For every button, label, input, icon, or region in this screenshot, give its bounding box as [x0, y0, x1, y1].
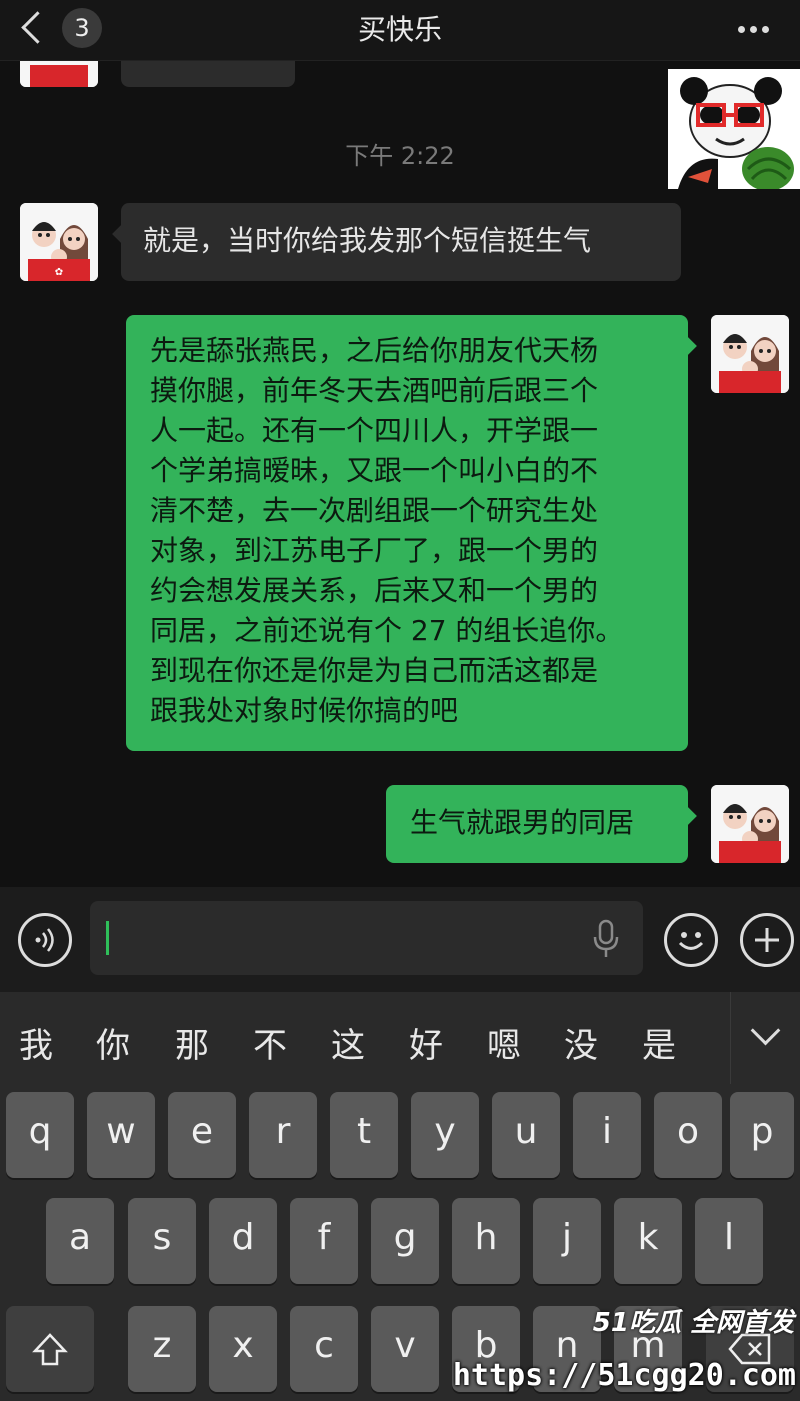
candidate-word[interactable]: 那 [162, 1018, 222, 1067]
plus-icon [755, 928, 779, 952]
message-bubble-outgoing[interactable]: 先是舔张燕民，之后给你朋友代天杨 摸你腿，前年冬天去酒吧前后跟三个 人一起。还有… [126, 315, 697, 751]
panda-meme-icon [668, 69, 800, 191]
avatar[interactable] [711, 315, 789, 393]
chat-title: 买快乐 [357, 13, 442, 46]
shift-arrow-icon [32, 1333, 68, 1366]
shift-key[interactable] [6, 1306, 94, 1392]
watermark: 51吃瓜 全网首发 https://51cgg20.com [453, 1300, 800, 1401]
nav-bar: 3 买快乐 [0, 0, 800, 61]
watermark-logo: 51吃瓜 全网首发 [592, 1308, 794, 1338]
input-bar [0, 887, 800, 992]
key-l[interactable]: l [695, 1198, 763, 1284]
key-s[interactable]: s [128, 1198, 196, 1284]
dot-icon [750, 26, 757, 33]
key-q[interactable]: q [6, 1092, 74, 1178]
voice-icon [35, 928, 54, 952]
message-bubble-partial[interactable] [112, 61, 295, 87]
text-caret [106, 921, 109, 955]
key-f[interactable]: f [290, 1198, 358, 1284]
key-c[interactable]: c [290, 1306, 358, 1392]
svg-text:✿: ✿ [55, 267, 63, 278]
candidate-word[interactable]: 我 [6, 1018, 66, 1067]
dot-icon [762, 26, 769, 33]
key-v[interactable]: v [371, 1306, 439, 1392]
chevron-down-icon [750, 1015, 781, 1046]
key-u[interactable]: u [492, 1092, 560, 1178]
candidate-word[interactable]: 嗯 [474, 1018, 534, 1067]
key-y[interactable]: y [411, 1092, 479, 1178]
voice-button[interactable] [18, 913, 72, 967]
avatar[interactable] [20, 61, 98, 87]
key-h[interactable]: h [452, 1198, 520, 1284]
key-w[interactable]: w [87, 1092, 155, 1178]
couple-avatar-icon [711, 785, 789, 863]
message-text: 先是舔张燕民，之后给你朋友代天杨 摸你腿，前年冬天去酒吧前后跟三个 人一起。还有… [150, 334, 624, 727]
message-text: 就是，当时你给我发那个短信挺生气 [143, 224, 592, 257]
candidate-word[interactable]: 好 [396, 1018, 456, 1067]
message-input[interactable] [90, 901, 643, 975]
avatar[interactable] [711, 785, 789, 863]
collapse-candidates-button[interactable] [730, 992, 800, 1084]
candidate-word[interactable]: 不 [240, 1018, 300, 1067]
couple-avatar-icon: ✿ [20, 203, 98, 281]
key-e[interactable]: e [168, 1092, 236, 1178]
dot-icon [738, 26, 745, 33]
chat-area[interactable]: 下午 2:22 ✿ 就是，当时你给我发那个短信挺生气 先是舔张燕民，之后给你朋友… [0, 61, 800, 887]
candidate-bar: 我 你 那 不 这 好 嗯 没 是 [0, 992, 800, 1084]
key-i[interactable]: i [573, 1092, 641, 1178]
emoji-icon [678, 932, 704, 950]
avatar[interactable]: ✿ [20, 203, 98, 281]
key-o[interactable]: o [654, 1092, 722, 1178]
key-j[interactable]: j [533, 1198, 601, 1284]
couple-avatar-icon [711, 315, 789, 393]
message-bubble-outgoing[interactable]: 生气就跟男的同居 [386, 785, 697, 863]
key-g[interactable]: g [371, 1198, 439, 1284]
message-text: 生气就跟男的同居 [410, 806, 635, 839]
candidate-word[interactable]: 没 [551, 1018, 611, 1067]
watermark-url: https://51cgg20.com [452, 1358, 796, 1393]
emoji-button[interactable] [664, 913, 718, 967]
panda-sticker[interactable] [668, 69, 800, 191]
couple-avatar-icon [20, 61, 98, 87]
key-z[interactable]: z [128, 1306, 196, 1392]
message-bubble-incoming[interactable]: 就是，当时你给我发那个短信挺生气 [112, 203, 681, 281]
key-x[interactable]: x [209, 1306, 277, 1392]
key-k[interactable]: k [614, 1198, 682, 1284]
candidate-word[interactable]: 你 [83, 1018, 143, 1067]
key-p[interactable]: p [730, 1092, 794, 1178]
plus-button[interactable] [740, 913, 794, 967]
key-a[interactable]: a [46, 1198, 114, 1284]
more-options-button[interactable] [738, 18, 778, 38]
candidate-word[interactable]: 是 [629, 1018, 689, 1067]
mic-icon[interactable] [591, 919, 621, 959]
key-d[interactable]: d [209, 1198, 277, 1284]
key-t[interactable]: t [330, 1092, 398, 1178]
key-r[interactable]: r [249, 1092, 317, 1178]
candidate-word[interactable]: 这 [318, 1018, 378, 1067]
message-timestamp: 下午 2:22 [345, 142, 455, 170]
